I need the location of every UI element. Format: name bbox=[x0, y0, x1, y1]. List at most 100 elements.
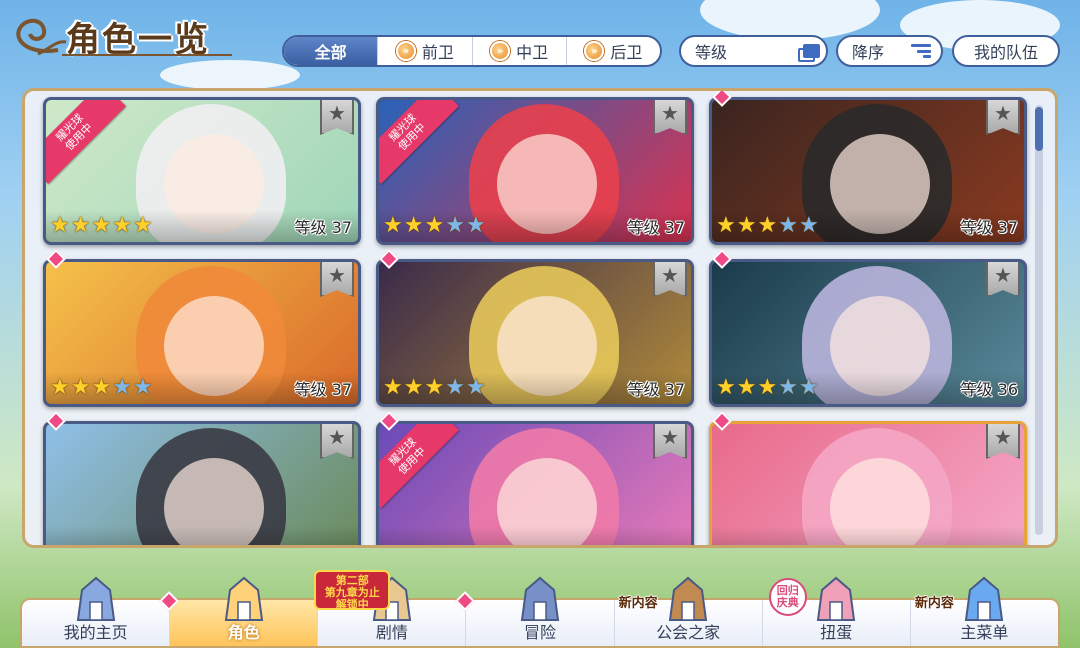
star-icon: ★ bbox=[716, 375, 736, 400]
star-icon: ★ bbox=[403, 375, 424, 400]
star-icon: ★ bbox=[112, 213, 132, 238]
ornament-swirl-icon bbox=[16, 18, 67, 56]
star-icon: ★ bbox=[465, 375, 486, 400]
guild-door-icon bbox=[660, 574, 716, 624]
tab-label: 后卫 bbox=[610, 43, 643, 62]
nav-item-label: 角色 bbox=[227, 623, 260, 642]
star-icon: ★ bbox=[424, 213, 445, 238]
scrollbar[interactable] bbox=[1035, 105, 1043, 535]
character-icon bbox=[216, 574, 272, 624]
page-header-title: 角色一览 bbox=[0, 0, 250, 64]
character-card[interactable]: ★ 耀光球 使用中 bbox=[376, 421, 694, 545]
character-card[interactable]: ★ ★ ★ ★ ★ 等级 37 ★ 耀光球 使用中 bbox=[43, 97, 361, 245]
nav-item-crystal[interactable]: 新内容 主菜单 bbox=[909, 576, 1058, 646]
nav-item-scroll[interactable]: 第二部 第九章为止 解锁中 剧情 bbox=[314, 570, 465, 646]
star-icon: ★ bbox=[736, 213, 757, 238]
character-level: 等级 37 bbox=[294, 218, 352, 237]
star-icon: ★ bbox=[465, 213, 486, 238]
star-icon: ★ bbox=[424, 375, 445, 400]
nav-item-gacha[interactable]: 回归 庆典 扭蛋 bbox=[761, 576, 910, 646]
character-level: 等级 37 bbox=[960, 218, 1018, 237]
role-vanguard-icon: » bbox=[395, 41, 416, 61]
return-celebration-badge: 回归 庆典 bbox=[768, 578, 807, 616]
star-icon: ★ bbox=[112, 375, 132, 400]
star-icon: ★ bbox=[50, 213, 70, 238]
scrollbar-thumb[interactable] bbox=[1035, 107, 1043, 151]
star-rating: ★ ★ ★ ★ ★ bbox=[50, 376, 153, 400]
star-icon: ★ bbox=[757, 213, 778, 238]
nav-item-label: 冒险 bbox=[523, 623, 556, 642]
character-card[interactable]: ★ ★ ★ ★ ★ 等级 37 ★ bbox=[43, 259, 361, 407]
gacha-icon bbox=[808, 574, 864, 624]
bottom-navigation: 我的主页 角色 第二部 第九章为止 解锁中 剧情 冒险 新内容 公会之家 回归 庆典 扭蛋 新内容… bbox=[20, 570, 1060, 648]
nav-item-label: 主菜单 bbox=[960, 623, 1009, 642]
star-rating: ★ ★ ★ ★ ★ bbox=[383, 376, 486, 400]
star-icon: ★ bbox=[778, 375, 798, 400]
star-rating: ★ ★ ★ ★ ★ bbox=[716, 376, 819, 400]
new-content-badge: 新内容 bbox=[914, 596, 954, 611]
character-card[interactable]: ★ ★ ★ ★ ★ 等级 36 ★ bbox=[709, 259, 1027, 407]
star-icon: ★ bbox=[778, 213, 798, 238]
star-icon: ★ bbox=[91, 375, 112, 400]
character-level: 等级 37 bbox=[627, 218, 685, 237]
card-info-bar bbox=[46, 526, 358, 545]
position-filter-tabs: 全部 » 前卫 » 中卫 » 后卫 bbox=[282, 35, 662, 67]
nav-item-guild-door[interactable]: 新内容公会之家 bbox=[613, 576, 762, 646]
character-card[interactable]: ★ ★ ★ ★ ★ 等级 37 ★ bbox=[376, 259, 694, 407]
star-icon: ★ bbox=[70, 213, 91, 238]
title-underline bbox=[62, 54, 232, 56]
my-team-label: 我的队伍 bbox=[973, 43, 1038, 62]
sort-descending-icon bbox=[911, 44, 931, 58]
role-midguard-icon: » bbox=[490, 41, 511, 61]
character-list-panel: ★ ★ ★ ★ ★ 等级 37 ★ 耀光球 使用中 ★ ★ ★ ★ ★ 等级 37 ★ 耀光球 使用中 ★ ★ ★ ★… bbox=[22, 88, 1058, 548]
nav-item-label: 公会之家 bbox=[656, 623, 721, 642]
nav-item-label: 我的主页 bbox=[63, 623, 128, 642]
star-icon: ★ bbox=[445, 213, 465, 238]
character-card[interactable]: ★ ★ ★ ★ ★ 等级 37 ★ 耀光球 使用中 bbox=[376, 97, 694, 245]
sort-order-button[interactable]: 降序 bbox=[836, 35, 943, 67]
nav-item-character[interactable]: 角色 bbox=[159, 576, 318, 646]
star-icon: ★ bbox=[132, 213, 153, 238]
new-content-badge: 新内容 bbox=[618, 596, 658, 611]
tab-label: 全部 bbox=[314, 43, 347, 62]
star-icon: ★ bbox=[383, 375, 403, 400]
star-icon: ★ bbox=[403, 213, 424, 238]
star-rating: ★ ★ ★ ★ ★ bbox=[383, 214, 486, 238]
sword-flag-icon bbox=[512, 574, 568, 624]
card-info-bar bbox=[712, 526, 1024, 545]
nav-item-sword-flag[interactable]: 冒险 bbox=[455, 576, 613, 646]
cloud-decoration bbox=[160, 60, 300, 90]
layers-icon bbox=[798, 44, 820, 62]
my-team-button[interactable]: 我的队伍 bbox=[952, 35, 1060, 67]
star-icon: ★ bbox=[736, 375, 757, 400]
character-card[interactable]: ★ bbox=[709, 421, 1027, 545]
card-info-bar bbox=[379, 526, 691, 545]
crystal-icon bbox=[956, 574, 1012, 624]
nav-item-castle[interactable]: 我的主页 bbox=[22, 576, 169, 646]
star-icon: ★ bbox=[383, 213, 403, 238]
castle-icon bbox=[68, 574, 124, 624]
sort-field-button[interactable]: 等级 bbox=[679, 35, 828, 67]
tab-rearguard[interactable]: » 后卫 bbox=[565, 37, 660, 65]
star-icon: ★ bbox=[757, 375, 778, 400]
star-icon: ★ bbox=[132, 375, 153, 400]
tab-label: 中卫 bbox=[516, 43, 549, 62]
sort-order-label: 降序 bbox=[852, 43, 885, 62]
star-icon: ★ bbox=[445, 375, 465, 400]
tab-all[interactable]: 全部 bbox=[284, 37, 378, 65]
star-icon: ★ bbox=[716, 213, 736, 238]
character-card[interactable]: ★ ★ ★ ★ ★ 等级 37 ★ bbox=[709, 97, 1027, 245]
cloud-decoration bbox=[700, 0, 880, 40]
character-level: 等级 37 bbox=[294, 380, 352, 399]
star-icon: ★ bbox=[798, 375, 819, 400]
star-icon: ★ bbox=[70, 375, 91, 400]
tab-vanguard[interactable]: » 前卫 bbox=[377, 37, 471, 65]
tab-midguard[interactable]: » 中卫 bbox=[471, 37, 566, 65]
star-icon: ★ bbox=[798, 213, 819, 238]
role-rearguard-icon: » bbox=[584, 41, 605, 61]
character-level: 等级 36 bbox=[960, 380, 1018, 399]
character-level: 等级 37 bbox=[627, 380, 685, 399]
nav-item-label: 扭蛋 bbox=[820, 623, 853, 642]
tab-label: 前卫 bbox=[421, 43, 454, 62]
character-card[interactable]: ★ bbox=[43, 421, 361, 545]
